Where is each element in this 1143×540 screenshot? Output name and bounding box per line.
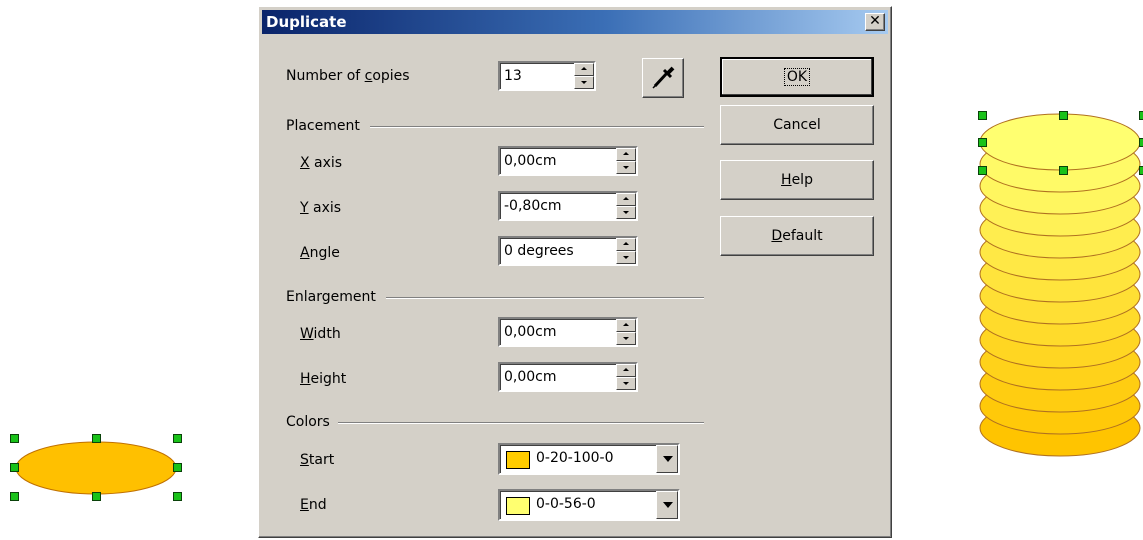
angle-label: Angle <box>300 245 340 261</box>
title-bar[interactable]: Duplicate ✕ <box>262 10 888 34</box>
number-of-copies-label: Number of copies <box>286 68 410 84</box>
help-button[interactable]: Help <box>720 160 874 200</box>
end-color-label: End <box>300 497 327 513</box>
width-spinfield[interactable]: 0,00cm <box>498 317 638 347</box>
y-axis-spinfield[interactable]: -0,80cm <box>498 191 638 221</box>
default-button[interactable]: Default <box>720 216 874 256</box>
angle-spin-buttons[interactable] <box>616 238 636 264</box>
selection-handle[interactable] <box>92 434 101 443</box>
copies-spin-buttons[interactable] <box>574 63 594 89</box>
selection-handle[interactable] <box>978 166 987 175</box>
selection-handle[interactable] <box>1059 166 1068 175</box>
selection-handle[interactable] <box>173 492 182 501</box>
start-color-label: Start <box>300 452 335 468</box>
x-axis-spin-buttons[interactable] <box>616 148 636 174</box>
height-label: Height <box>300 371 347 387</box>
y-axis-spin-buttons[interactable] <box>616 193 636 219</box>
selection-handle[interactable] <box>1059 111 1068 120</box>
selection-handle[interactable] <box>1139 166 1143 175</box>
enlargement-separator <box>386 297 704 299</box>
selection-handle[interactable] <box>10 463 19 472</box>
start-color-swatch <box>506 451 530 469</box>
start-color-dropdown[interactable]: 0-20-100-0 <box>498 443 680 475</box>
selection-handle[interactable] <box>978 138 987 147</box>
colors-group-label: Colors <box>286 414 330 430</box>
width-label: Width <box>300 326 341 342</box>
colors-separator <box>338 422 704 424</box>
number-of-copies-spinfield[interactable]: 13 <box>498 61 596 91</box>
selection-handle[interactable] <box>1139 111 1143 120</box>
height-spin-buttons[interactable] <box>616 364 636 390</box>
end-color-swatch <box>506 497 530 515</box>
placement-separator <box>370 126 704 128</box>
selection-handle[interactable] <box>10 434 19 443</box>
enlargement-group-label: Enlargement <box>286 289 376 305</box>
dialog-title: Duplicate <box>266 13 347 31</box>
close-button[interactable]: ✕ <box>865 13 885 31</box>
x-axis-label: X axis <box>300 155 343 171</box>
angle-spinfield[interactable]: 0 degrees <box>498 236 638 266</box>
close-icon: ✕ <box>869 13 881 29</box>
selection-handle[interactable] <box>92 492 101 501</box>
cancel-button[interactable]: Cancel <box>720 105 874 145</box>
selection-handle[interactable] <box>173 434 182 443</box>
x-axis-spinfield[interactable]: 0,00cm <box>498 146 638 176</box>
placement-group-label: Placement <box>286 118 360 134</box>
width-spin-buttons[interactable] <box>616 319 636 345</box>
eyedropper-icon <box>652 66 675 89</box>
ok-button[interactable]: OK <box>720 57 874 97</box>
y-axis-label: Y axis <box>300 200 342 216</box>
selection-handle[interactable] <box>10 492 19 501</box>
end-dropdown-arrow-icon[interactable] <box>656 491 678 519</box>
duplicate-ellipse[interactable] <box>979 113 1141 171</box>
end-color-dropdown[interactable]: 0-0-56-0 <box>498 489 680 521</box>
height-spinfield[interactable]: 0,00cm <box>498 362 638 392</box>
selection-handle[interactable] <box>173 463 182 472</box>
values-from-selection-button[interactable] <box>642 58 684 98</box>
start-dropdown-arrow-icon[interactable] <box>656 445 678 473</box>
selection-handle[interactable] <box>1139 138 1143 147</box>
duplicated-ellipse-stack[interactable] <box>970 108 1143 500</box>
selection-handle[interactable] <box>978 111 987 120</box>
